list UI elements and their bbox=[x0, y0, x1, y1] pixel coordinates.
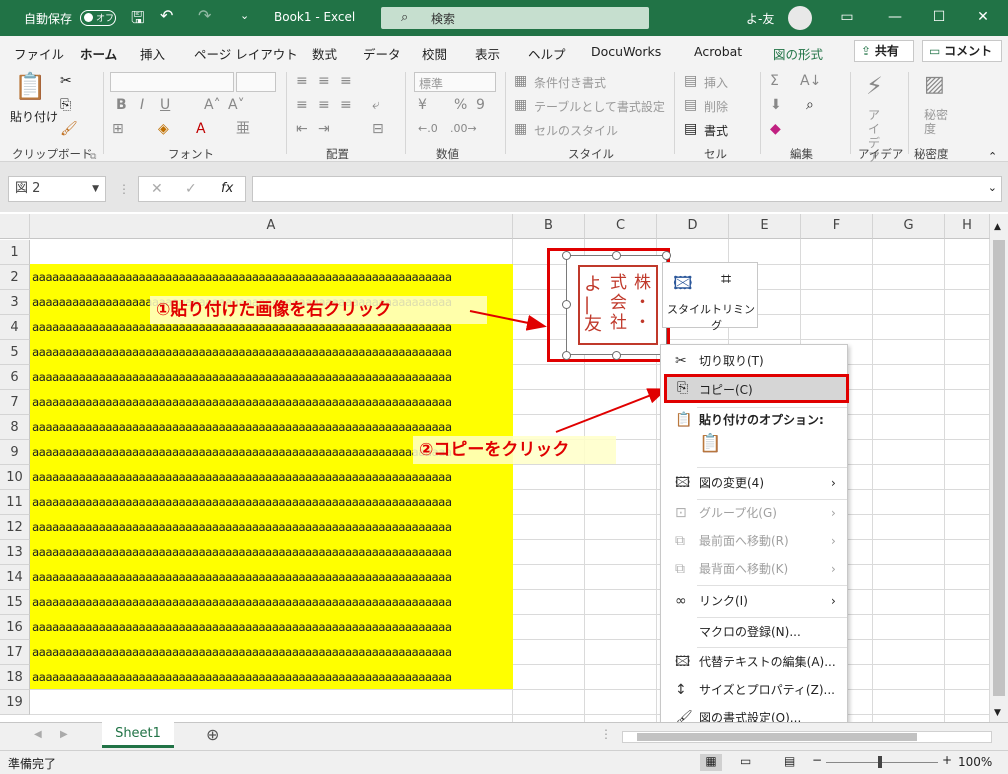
prev-sheet-icon[interactable]: ◀ bbox=[34, 729, 42, 740]
submenu-arrow-icon: › bbox=[831, 506, 836, 520]
status-text: 準備完了 bbox=[8, 757, 57, 771]
scroll-up-icon[interactable]: ▲ bbox=[994, 222, 1001, 232]
status-bar: 準備完了 ▦ ▭ ▤ − + 100% bbox=[0, 750, 1008, 774]
normal-view-icon[interactable]: ▦ bbox=[700, 754, 722, 771]
alt-text-icon: 🖾 bbox=[675, 654, 691, 670]
size-properties-icon: ↕ bbox=[675, 682, 687, 698]
vertical-scroll-thumb[interactable] bbox=[993, 240, 1005, 696]
cut-icon: ✂ bbox=[675, 353, 687, 369]
submenu-arrow-icon: › bbox=[831, 476, 836, 490]
zoom-level[interactable]: 100% bbox=[958, 755, 992, 769]
menu-link-label: リンク(I) bbox=[699, 594, 748, 608]
menu-assign-macro-label: マクロの登録(N)... bbox=[699, 625, 801, 639]
submenu-arrow-icon: › bbox=[831, 562, 836, 576]
menu-alt-text-label: 代替テキストの編集(A)... bbox=[699, 655, 836, 669]
menu-alt-text[interactable]: 🖾 代替テキストの編集(A)... bbox=[661, 648, 847, 676]
scroll-down-icon[interactable]: ▼ bbox=[994, 708, 1001, 718]
menu-group[interactable]: ⊡ グループ化(G) › bbox=[661, 499, 847, 527]
menu-change-picture-label: 図の変更(4) bbox=[699, 476, 764, 490]
arrow-to-picture bbox=[469, 310, 547, 331]
next-sheet-icon[interactable]: ▶ bbox=[60, 729, 68, 740]
menu-paste-options-heading: 📋 貼り付けのオプション: bbox=[661, 409, 847, 431]
sheet-tab-sheet1[interactable]: Sheet1 bbox=[102, 722, 174, 748]
submenu-arrow-icon: › bbox=[831, 594, 836, 608]
group-icon: ⊡ bbox=[675, 505, 687, 521]
add-sheet-icon[interactable]: ⊕ bbox=[206, 725, 219, 744]
vertical-scrollbar[interactable]: ▲ ▼ bbox=[990, 214, 1008, 722]
menu-change-picture[interactable]: 🖾 図の変更(4) › bbox=[661, 469, 847, 497]
page-layout-view-icon[interactable]: ▭ bbox=[740, 754, 751, 768]
menu-cut[interactable]: ✂ 切り取り(T) bbox=[661, 347, 847, 375]
menu-bring-front[interactable]: ⧉ 最前面へ移動(R) › bbox=[661, 527, 847, 555]
copy-icon: ⎘ bbox=[677, 380, 689, 396]
zoom-slider[interactable] bbox=[826, 762, 938, 763]
menu-copy[interactable]: ⎘ コピー(C) bbox=[664, 374, 849, 403]
callout-arrows bbox=[469, 310, 668, 433]
zoom-in-icon[interactable]: + bbox=[942, 753, 952, 767]
submenu-arrow-icon: › bbox=[831, 534, 836, 548]
menu-copy-label: コピー(C) bbox=[699, 383, 753, 397]
tab-split-icon[interactable]: ⋮ bbox=[600, 727, 612, 741]
zoom-slider-thumb[interactable] bbox=[878, 756, 882, 768]
menu-send-back-label: 最背面へ移動(K) bbox=[699, 562, 789, 576]
send-back-icon: ⧉ bbox=[675, 561, 685, 577]
link-icon: ∞ bbox=[675, 593, 687, 609]
menu-send-back[interactable]: ⧉ 最背面へ移動(K) › bbox=[661, 555, 847, 583]
horizontal-scroll-thumb[interactable] bbox=[637, 733, 917, 741]
menu-group-label: グループ化(G) bbox=[699, 506, 777, 520]
page-break-view-icon[interactable]: ▤ bbox=[784, 754, 795, 768]
menu-size-properties-label: サイズとプロパティ(Z)... bbox=[699, 683, 835, 697]
arrow-to-copy bbox=[555, 388, 668, 433]
menu-paste-options-label: 貼り付けのオプション: bbox=[699, 413, 824, 427]
bring-front-icon: ⧉ bbox=[675, 533, 685, 549]
menu-bring-front-label: 最前面へ移動(R) bbox=[699, 534, 789, 548]
zoom-out-icon[interactable]: − bbox=[812, 753, 822, 767]
change-picture-icon: 🖾 bbox=[675, 475, 691, 491]
horizontal-scrollbar[interactable] bbox=[622, 731, 992, 743]
menu-size-properties[interactable]: ↕ サイズとプロパティ(Z)... bbox=[661, 676, 847, 704]
paste-option-keep-source-icon[interactable]: 📋 bbox=[699, 433, 723, 459]
paste-options-icon: 📋 bbox=[675, 412, 693, 428]
menu-link[interactable]: ∞ リンク(I) › bbox=[661, 587, 847, 615]
menu-cut-label: 切り取り(T) bbox=[699, 354, 764, 368]
menu-assign-macro[interactable]: マクロの登録(N)... bbox=[661, 618, 847, 646]
